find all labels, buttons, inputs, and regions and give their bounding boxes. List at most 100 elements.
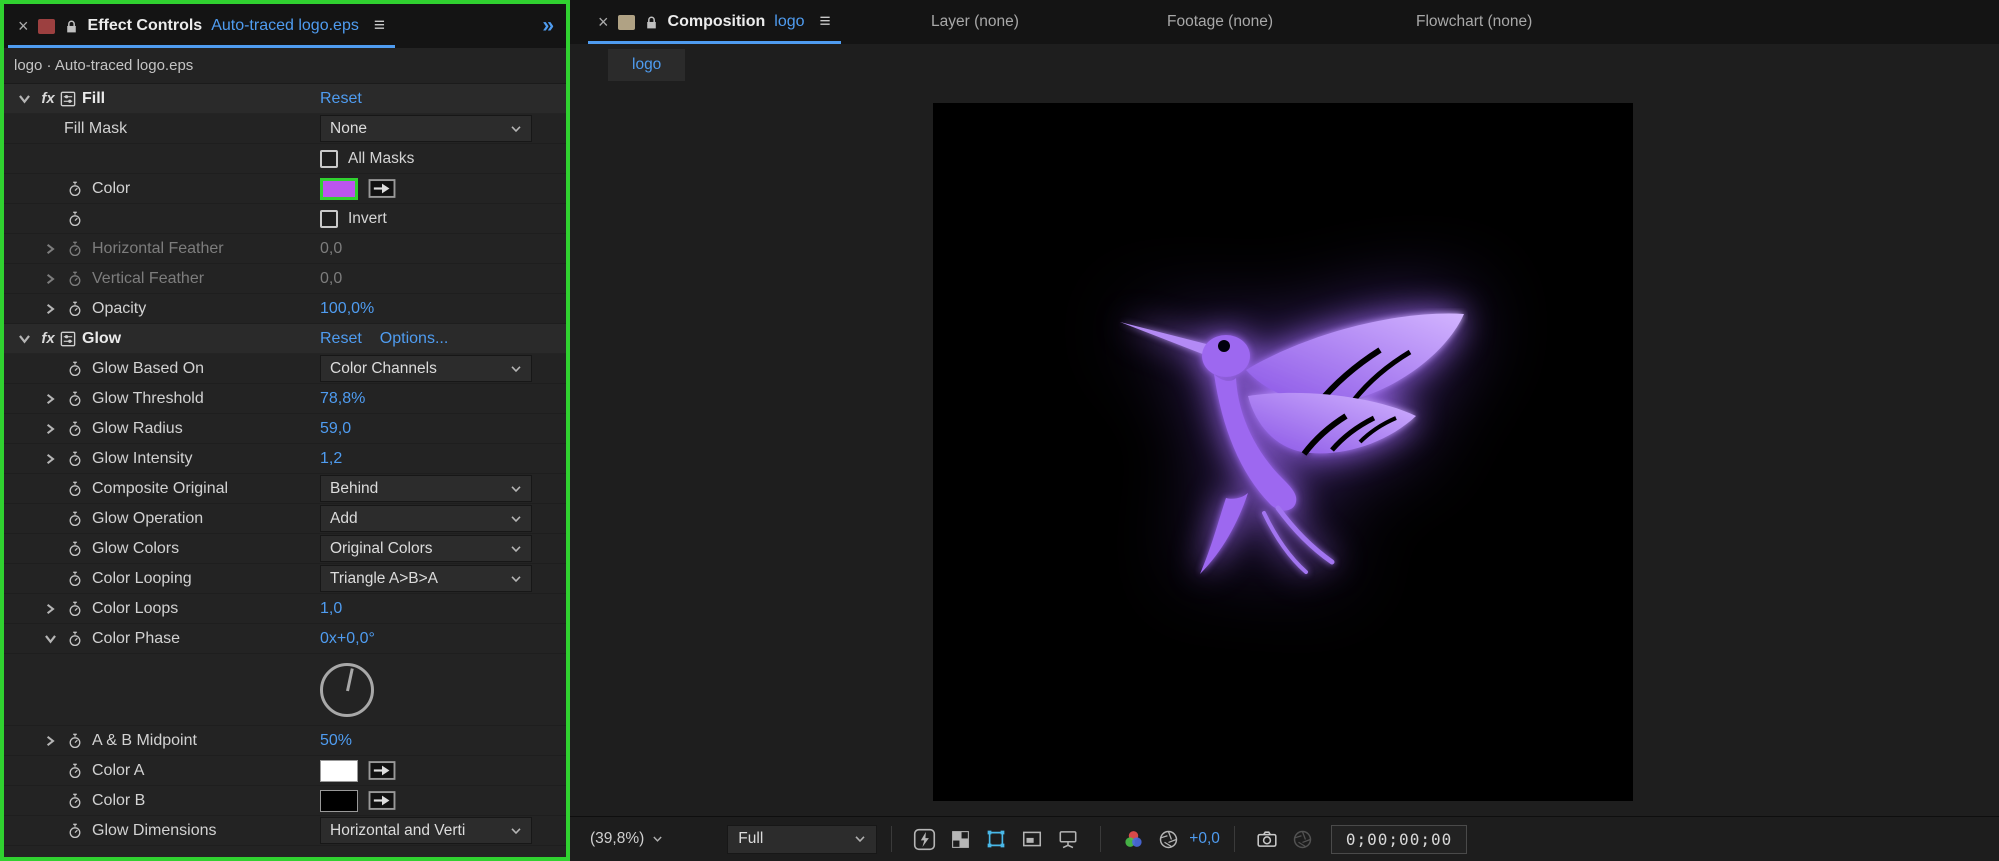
stopwatch-icon[interactable]	[67, 241, 83, 257]
property-value[interactable]: 0,0	[320, 270, 342, 288]
close-icon[interactable]: ×	[18, 17, 29, 35]
property-value[interactable]: 50%	[320, 732, 352, 750]
exposure-shutter-icon[interactable]	[1155, 826, 1181, 852]
effect-header-fill[interactable]: fx Fill Reset	[4, 84, 566, 114]
twirl-down-icon[interactable]	[18, 332, 31, 345]
all-masks-checkbox[interactable]	[320, 149, 338, 168]
region-of-interest-icon[interactable]	[1019, 826, 1045, 852]
composition-panel: × Composition logo ≡ Layer (none) Footag…	[570, 0, 1999, 861]
twirl-right-icon[interactable]	[44, 603, 56, 615]
stopwatch-icon[interactable]	[67, 793, 83, 809]
glow-based-on-dropdown[interactable]: Color Channels	[320, 355, 532, 382]
property-label: A & B Midpoint	[92, 731, 197, 749]
fast-previews-icon[interactable]	[911, 826, 937, 852]
snapshot-camera-icon[interactable]	[1254, 826, 1280, 852]
effect-name-glow: Glow	[82, 329, 122, 347]
twirl-right-icon[interactable]	[44, 303, 56, 315]
composition-viewer: logo (39,8%) Full +0,0 0;00;00;00	[570, 44, 1999, 861]
property-value[interactable]: 78,8%	[320, 390, 365, 408]
stopwatch-icon[interactable]	[67, 211, 83, 227]
color-picker-icon[interactable]	[368, 179, 396, 198]
glow-dimensions-dropdown[interactable]: Horizontal and Verti	[320, 817, 532, 844]
row-glow-radius: Glow Radius 59,0	[4, 414, 566, 444]
fill-color-swatch[interactable]	[320, 177, 358, 200]
camera-rig-icon[interactable]	[1055, 826, 1081, 852]
twirl-down-icon[interactable]	[18, 92, 31, 105]
color-management-icon[interactable]	[1120, 826, 1146, 852]
twirl-right-icon[interactable]	[44, 243, 56, 255]
viewer-comp-tab[interactable]: logo	[608, 49, 686, 81]
exposure-control[interactable]: +0,0	[1155, 826, 1220, 852]
stopwatch-icon[interactable]	[67, 631, 83, 647]
twirl-right-icon[interactable]	[44, 735, 56, 747]
twirl-right-icon[interactable]	[44, 423, 56, 435]
color-phase-dial[interactable]	[320, 662, 374, 717]
stopwatch-icon[interactable]	[67, 823, 83, 839]
property-value[interactable]: 0x+0,0°	[320, 630, 375, 648]
property-value[interactable]: 1,0	[320, 600, 342, 618]
close-icon[interactable]: ×	[598, 13, 609, 31]
stopwatch-icon[interactable]	[67, 481, 83, 497]
lock-icon[interactable]	[64, 19, 79, 34]
tab-overflow-icon[interactable]: »	[542, 14, 554, 38]
effect-header-glow[interactable]: fx Glow Reset Options...	[4, 324, 566, 354]
stopwatch-icon[interactable]	[67, 601, 83, 617]
lock-icon[interactable]	[644, 15, 659, 30]
color-b-swatch[interactable]	[320, 789, 358, 812]
row-invert: Invert	[4, 204, 566, 234]
stopwatch-icon[interactable]	[67, 511, 83, 527]
stopwatch-icon[interactable]	[67, 271, 83, 287]
composition-stage[interactable]	[933, 103, 1633, 801]
property-value[interactable]: 100,0%	[320, 300, 374, 318]
show-snapshot-icon[interactable]	[1290, 826, 1316, 852]
stopwatch-icon[interactable]	[67, 541, 83, 557]
property-label: Color	[92, 179, 131, 197]
glow-operation-dropdown[interactable]: Add	[320, 505, 532, 532]
tab-footage[interactable]: Footage (none)	[1167, 0, 1273, 44]
twirl-right-icon[interactable]	[44, 393, 56, 405]
tab-effect-controls[interactable]: × Effect Controls Auto-traced logo.eps ≡	[4, 4, 399, 48]
transparency-grid-icon[interactable]	[947, 826, 973, 852]
fill-reset-link[interactable]: Reset	[320, 90, 362, 108]
color-looping-dropdown[interactable]: Triangle A>B>A	[320, 565, 532, 592]
stopwatch-icon[interactable]	[67, 763, 83, 779]
tab-composition[interactable]: × Composition logo ≡	[584, 0, 845, 44]
glow-reset-link[interactable]: Reset	[320, 330, 362, 348]
mask-visibility-icon[interactable]	[983, 826, 1009, 852]
bird-tail	[1200, 493, 1248, 574]
twirl-down-icon[interactable]	[44, 632, 57, 645]
color-picker-icon[interactable]	[368, 761, 396, 780]
tab-layer[interactable]: Layer (none)	[931, 0, 1019, 44]
panel-menu-icon[interactable]: ≡	[374, 15, 385, 37]
stopwatch-icon[interactable]	[67, 181, 83, 197]
timecode-display[interactable]: 0;00;00;00	[1330, 824, 1468, 854]
fill-mask-dropdown[interactable]: None	[320, 115, 532, 142]
invert-checkbox[interactable]	[320, 209, 338, 228]
exposure-value[interactable]: +0,0	[1189, 830, 1220, 848]
tab-flowchart[interactable]: Flowchart (none)	[1416, 0, 1532, 44]
stopwatch-icon[interactable]	[67, 571, 83, 587]
color-a-swatch[interactable]	[320, 759, 358, 782]
chevron-down-icon	[510, 515, 522, 523]
stopwatch-icon[interactable]	[67, 421, 83, 437]
property-label: Glow Colors	[92, 539, 180, 557]
color-picker-icon[interactable]	[368, 791, 396, 810]
twirl-right-icon[interactable]	[44, 453, 56, 465]
stopwatch-icon[interactable]	[67, 451, 83, 467]
glow-options-link[interactable]: Options...	[380, 330, 448, 348]
stopwatch-icon[interactable]	[67, 391, 83, 407]
property-value[interactable]: 1,2	[320, 450, 342, 468]
resolution-dropdown[interactable]: Full	[727, 824, 878, 854]
property-value[interactable]: 59,0	[320, 420, 351, 438]
composite-original-dropdown[interactable]: Behind	[320, 475, 532, 502]
stopwatch-icon[interactable]	[67, 361, 83, 377]
twirl-right-icon[interactable]	[44, 273, 56, 285]
effect-icon	[60, 331, 76, 347]
glow-colors-dropdown[interactable]: Original Colors	[320, 535, 532, 562]
row-fill-color: Color	[4, 174, 566, 204]
panel-menu-icon[interactable]: ≡	[820, 11, 831, 33]
property-value[interactable]: 0,0	[320, 240, 342, 258]
zoom-dropdown[interactable]: (39,8%)	[582, 826, 671, 852]
stopwatch-icon[interactable]	[67, 301, 83, 317]
stopwatch-icon[interactable]	[67, 733, 83, 749]
